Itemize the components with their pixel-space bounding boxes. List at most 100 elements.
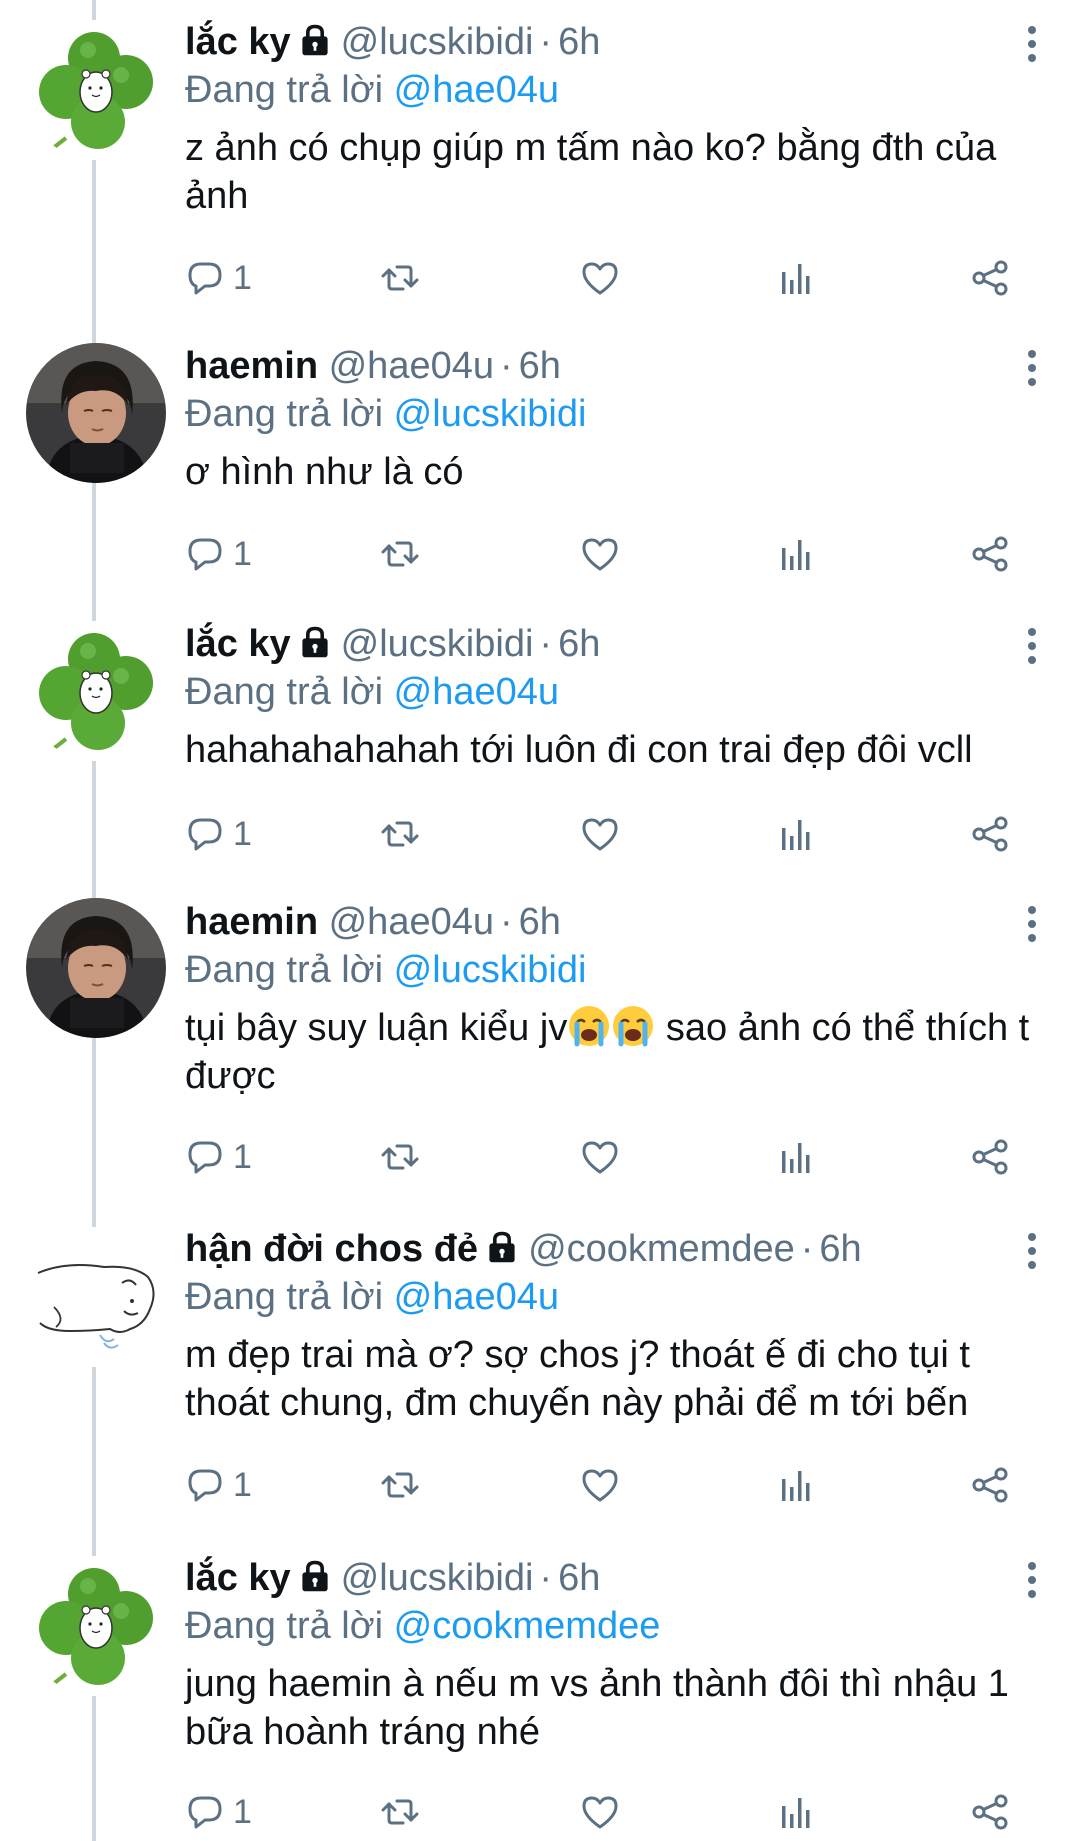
timestamp[interactable]: 6h xyxy=(558,623,600,665)
analytics-icon xyxy=(775,1137,815,1177)
clover-avatar-image xyxy=(26,1556,166,1696)
replying-to-mention[interactable]: @lucskibidi xyxy=(394,949,587,991)
replying-to-mention[interactable]: @cookmemdee xyxy=(394,1605,661,1647)
retweet-button[interactable] xyxy=(380,809,420,859)
sketch-avatar-image xyxy=(26,1227,166,1367)
timestamp[interactable]: 6h xyxy=(558,1557,600,1599)
share-button[interactable] xyxy=(970,1787,1010,1837)
author-name[interactable]: haemin xyxy=(185,901,318,943)
replying-to-mention[interactable]: @hae04u xyxy=(394,69,559,111)
heart-icon xyxy=(580,814,620,854)
analytics-button[interactable] xyxy=(775,1132,815,1182)
reply-button[interactable]: 1 xyxy=(185,809,252,859)
lock-icon xyxy=(484,1229,520,1265)
retweet-icon xyxy=(380,258,420,298)
timestamp[interactable]: 6h xyxy=(519,901,561,943)
share-icon xyxy=(970,1792,1010,1832)
author-name[interactable]: haemin xyxy=(185,345,318,387)
retweet-button[interactable] xyxy=(380,1787,420,1837)
timestamp[interactable]: 6h xyxy=(558,21,600,63)
retweet-button[interactable] xyxy=(380,1460,420,1510)
heart-icon xyxy=(580,1137,620,1177)
reply-icon xyxy=(185,1137,225,1177)
replying-to-mention[interactable]: @hae04u xyxy=(394,1276,559,1318)
loudly-crying-face-emoji xyxy=(611,1004,655,1048)
analytics-icon xyxy=(775,1465,815,1505)
replying-prefix: Đang trả lời xyxy=(185,949,384,991)
avatar[interactable] xyxy=(26,1556,166,1696)
author-handle[interactable]: @hae04u xyxy=(329,345,494,387)
replying-prefix: Đang trả lời xyxy=(185,671,384,713)
avatar[interactable] xyxy=(26,343,166,483)
author-name[interactable]: lắc ky xyxy=(185,1557,291,1599)
reply-icon xyxy=(185,1465,225,1505)
replying-prefix: Đang trả lời xyxy=(185,1276,384,1318)
avatar[interactable] xyxy=(26,898,166,1038)
replying-to-mention[interactable]: @hae04u xyxy=(394,671,559,713)
avatar[interactable] xyxy=(26,621,166,761)
reply-icon xyxy=(185,258,225,298)
author-name[interactable]: hận đời chos đẻ xyxy=(185,1228,478,1270)
more-options-icon[interactable] xyxy=(1024,1558,1040,1602)
reply-button[interactable]: 1 xyxy=(185,253,252,303)
avatar[interactable] xyxy=(26,20,166,160)
author-handle[interactable]: @lucskibidi xyxy=(341,623,534,665)
author-handle[interactable]: @hae04u xyxy=(329,901,494,943)
separator-dot: · xyxy=(500,901,513,943)
replying-to-mention[interactable]: @lucskibidi xyxy=(394,393,587,435)
more-options-icon[interactable] xyxy=(1024,902,1040,946)
reply-button[interactable]: 1 xyxy=(185,1460,252,1510)
lock-icon xyxy=(297,624,333,660)
author-handle[interactable]: @lucskibidi xyxy=(341,1557,534,1599)
like-button[interactable] xyxy=(580,1132,620,1182)
retweet-button[interactable] xyxy=(380,1132,420,1182)
reply-button[interactable]: 1 xyxy=(185,1132,252,1182)
avatar[interactable] xyxy=(26,1227,166,1367)
share-icon xyxy=(970,534,1010,574)
reply-button[interactable]: 1 xyxy=(185,1787,252,1837)
analytics-button[interactable] xyxy=(775,1787,815,1837)
tweet-text: tụi bây suy luận kiểu jv sao ảnh có thể … xyxy=(185,1004,1040,1100)
like-button[interactable] xyxy=(580,1787,620,1837)
tweet-text: z ảnh có chụp giúp m tấm nào ko? bằng đt… xyxy=(185,127,997,217)
analytics-button[interactable] xyxy=(775,529,815,579)
share-icon xyxy=(970,1465,1010,1505)
author-handle[interactable]: @cookmemdee xyxy=(528,1228,795,1270)
author-name[interactable]: lắc ky xyxy=(185,623,291,665)
more-options-icon[interactable] xyxy=(1024,1229,1040,1273)
reply-count: 1 xyxy=(233,1792,252,1831)
more-options-icon[interactable] xyxy=(1024,346,1040,390)
more-options-icon[interactable] xyxy=(1024,22,1040,66)
share-button[interactable] xyxy=(970,1460,1010,1510)
reply-count: 1 xyxy=(233,534,252,573)
timestamp[interactable]: 6h xyxy=(519,345,561,387)
analytics-button[interactable] xyxy=(775,809,815,859)
reply-count: 1 xyxy=(233,814,252,853)
timestamp[interactable]: 6h xyxy=(819,1228,861,1270)
heart-icon xyxy=(580,258,620,298)
share-button[interactable] xyxy=(970,809,1010,859)
tweet-text: m đẹp trai mà ơ? sợ chos j? thoát ế đi c… xyxy=(185,1334,970,1424)
reply-count: 1 xyxy=(233,258,252,297)
share-icon xyxy=(970,258,1010,298)
reply-thread: lắc ky @lucskibidi · 6h Đang trả lời @hae04… xyxy=(0,0,1080,1841)
author-handle[interactable]: @lucskibidi xyxy=(341,21,534,63)
analytics-button[interactable] xyxy=(775,1460,815,1510)
share-button[interactable] xyxy=(970,529,1010,579)
share-button[interactable] xyxy=(970,253,1010,303)
like-button[interactable] xyxy=(580,253,620,303)
retweet-button[interactable] xyxy=(380,253,420,303)
share-button[interactable] xyxy=(970,1132,1010,1182)
lock-icon xyxy=(297,1558,333,1594)
reply-button[interactable]: 1 xyxy=(185,529,252,579)
action-bar: 1 xyxy=(185,1132,1025,1182)
analytics-button[interactable] xyxy=(775,253,815,303)
retweet-button[interactable] xyxy=(380,529,420,579)
like-button[interactable] xyxy=(580,1460,620,1510)
action-bar: 1 xyxy=(185,809,1025,859)
more-options-icon[interactable] xyxy=(1024,624,1040,668)
action-bar: 1 xyxy=(185,529,1025,579)
like-button[interactable] xyxy=(580,529,620,579)
author-name[interactable]: lắc ky xyxy=(185,21,291,63)
like-button[interactable] xyxy=(580,809,620,859)
